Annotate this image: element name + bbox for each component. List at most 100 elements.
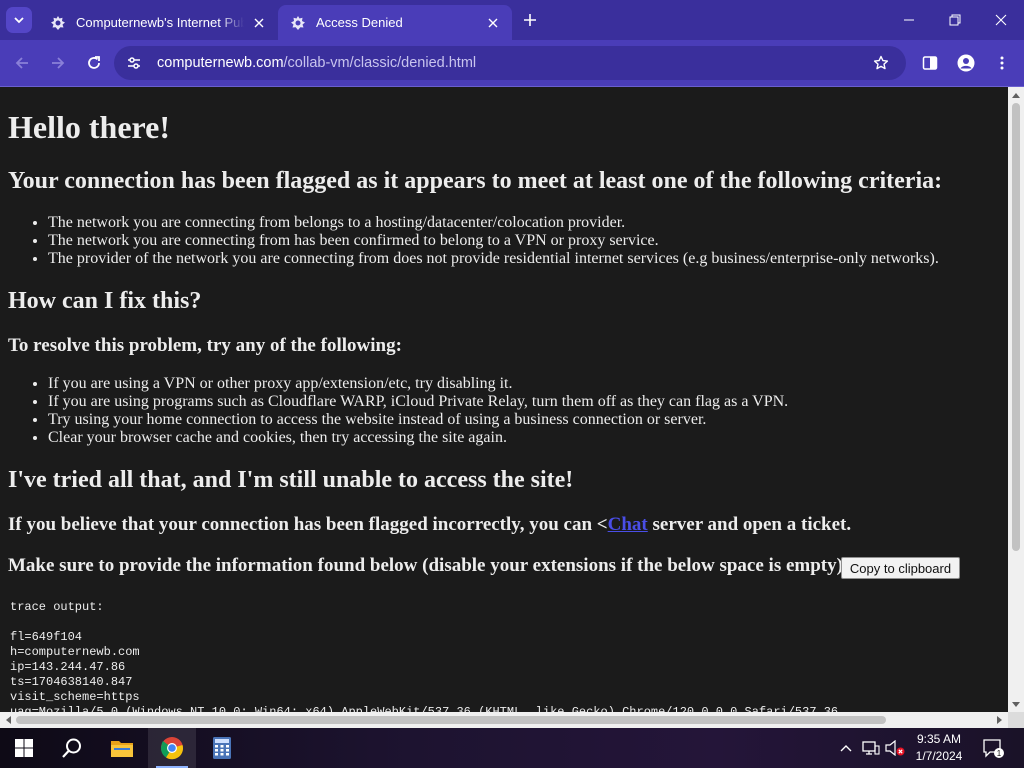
url-text[interactable]: computernewb.com/collab-vm/classic/denie… <box>157 55 476 71</box>
close-icon <box>254 18 264 27</box>
clock-time: 9:35 AM <box>916 732 962 746</box>
horizontal-scroll-thumb[interactable] <box>16 716 886 724</box>
reload-icon <box>88 56 100 69</box>
fix-heading: How can I fix this? <box>8 288 202 314</box>
restore-icon <box>949 14 961 26</box>
file-explorer-button[interactable] <box>98 728 146 768</box>
vertical-scrollbar[interactable] <box>1008 87 1024 713</box>
tab-strip: Computernewb's Internet Pub Hub Access D… <box>0 0 1024 40</box>
network-status-button[interactable] <box>861 738 881 758</box>
chrome-menu-button[interactable] <box>990 51 1014 75</box>
new-tab-button[interactable] <box>518 8 542 32</box>
ticket-text-before: If you believe that your connection has … <box>8 514 608 535</box>
side-panel-button[interactable] <box>918 51 942 75</box>
caret-right-icon <box>997 716 1002 724</box>
forward-button[interactable] <box>44 49 72 77</box>
clock-date: 1/7/2024 <box>915 749 963 763</box>
volume-button[interactable] <box>885 738 905 758</box>
side-panel-icon <box>922 56 938 70</box>
windows-taskbar: 9:35 AM 1/7/2024 1 <box>0 728 1024 768</box>
volume-muted-icon <box>885 740 905 756</box>
horizontal-scrollbar[interactable] <box>0 712 1008 728</box>
scroll-up-button[interactable] <box>1008 87 1024 103</box>
trace-line: ts=1704638140.847 <box>10 675 133 689</box>
minimize-button[interactable] <box>886 0 932 40</box>
cloudflare-gear-icon <box>51 15 65 30</box>
trace-output[interactable]: trace output: fl=649f104 h=computernewb.co… <box>10 600 838 713</box>
list-item: Try using your home connection to access… <box>48 411 788 429</box>
page-title: Hello there! <box>8 109 171 145</box>
chrome-icon <box>160 737 184 760</box>
scroll-down-button[interactable] <box>1008 697 1024 713</box>
trace-line: ip=143.244.47.86 <box>10 660 126 674</box>
back-arrow-icon <box>15 57 28 69</box>
chat-link[interactable]: Chat <box>608 514 648 535</box>
search-icon <box>62 738 81 758</box>
list-item: If you are using programs such as Cloudf… <box>48 393 788 411</box>
list-item: If you are using a VPN or other proxy ap… <box>48 375 788 393</box>
taskbar-search-button[interactable] <box>48 728 96 768</box>
page-viewport: Hello there! Your connection has been fl… <box>0 87 1008 713</box>
ticket-text-after: server and open a ticket. <box>647 514 852 535</box>
trace-line: visit_scheme=https <box>10 690 140 704</box>
restore-button[interactable] <box>932 0 978 40</box>
flagged-heading: Your connection has been flagged as it a… <box>8 168 943 194</box>
trace-line: fl=649f104 <box>10 630 83 644</box>
ticket-text: If you believe that your connection has … <box>8 514 851 536</box>
scroll-right-button[interactable] <box>992 712 1008 728</box>
site-info-button[interactable] <box>123 52 145 74</box>
system-clock[interactable]: 9:35 AM 1/7/2024 <box>910 731 968 765</box>
close-icon <box>488 18 498 27</box>
show-hidden-icons-button[interactable] <box>836 738 856 758</box>
reload-button[interactable] <box>80 49 108 77</box>
caret-up-icon <box>1012 93 1020 98</box>
vertical-scroll-thumb[interactable] <box>1012 103 1020 551</box>
chevron-up-icon <box>840 745 852 752</box>
chrome-taskbar-button[interactable] <box>148 728 196 768</box>
scroll-left-button[interactable] <box>0 712 16 728</box>
caret-left-icon <box>6 716 11 724</box>
tab-title: Access Denied <box>316 15 403 30</box>
tab-close-button[interactable] <box>250 14 268 32</box>
plus-icon <box>524 14 536 26</box>
calculator-icon <box>213 737 231 759</box>
close-icon <box>995 14 1007 26</box>
profile-button[interactable] <box>954 51 978 75</box>
scrollbar-corner <box>1008 712 1024 728</box>
tab-title: Computernewb's Internet Pub Hub <box>76 15 244 30</box>
list-item: The provider of the network you are conn… <box>48 250 939 268</box>
address-bar[interactable]: computernewb.com/collab-vm/classic/denie… <box>114 46 906 80</box>
tab-access-denied[interactable]: Access Denied <box>278 5 512 40</box>
criteria-list: The network you are connecting from belo… <box>48 214 939 268</box>
more-vert-icon <box>1000 56 1004 70</box>
resolve-heading: To resolve this problem, try any of the … <box>8 335 402 356</box>
action-center-button[interactable]: 1 <box>980 736 1006 760</box>
close-window-button[interactable] <box>978 0 1024 40</box>
cloudflare-gear-icon <box>291 15 305 30</box>
list-item: Clear your browser cache and cookies, th… <box>48 429 788 447</box>
trace-line: trace output: <box>10 600 104 614</box>
still-unable-heading: I've tried all that, and I'm still unabl… <box>8 467 574 493</box>
chevron-down-icon <box>14 17 24 24</box>
back-button[interactable] <box>8 49 36 77</box>
trace-line: h=computernewb.com <box>10 645 140 659</box>
profile-icon <box>957 54 975 72</box>
caret-down-icon <box>1012 702 1020 707</box>
start-button[interactable] <box>0 728 48 768</box>
fixes-list: If you are using a VPN or other proxy ap… <box>48 375 788 447</box>
provide-info-text: Make sure to provide the information fou… <box>8 555 850 576</box>
notification-count: 1 <box>997 749 1002 758</box>
tune-icon <box>128 57 140 69</box>
url-host: computernewb.com <box>157 55 284 71</box>
browser-toolbar: computernewb.com/collab-vm/classic/denie… <box>0 40 1024 86</box>
tab-close-button[interactable] <box>484 14 502 32</box>
calculator-button[interactable] <box>198 728 246 768</box>
bookmark-button[interactable] <box>870 52 892 74</box>
copy-to-clipboard-button[interactable]: Copy to clipboard <box>841 557 960 579</box>
tab-internet-pub-hub[interactable]: Computernewb's Internet Pub Hub <box>38 5 278 40</box>
windows-start-icon <box>15 739 33 757</box>
list-item: The network you are connecting from has … <box>48 232 939 250</box>
tab-search-button[interactable] <box>6 7 32 33</box>
minimize-icon <box>904 19 914 21</box>
notification-icon: 1 <box>983 739 1004 758</box>
